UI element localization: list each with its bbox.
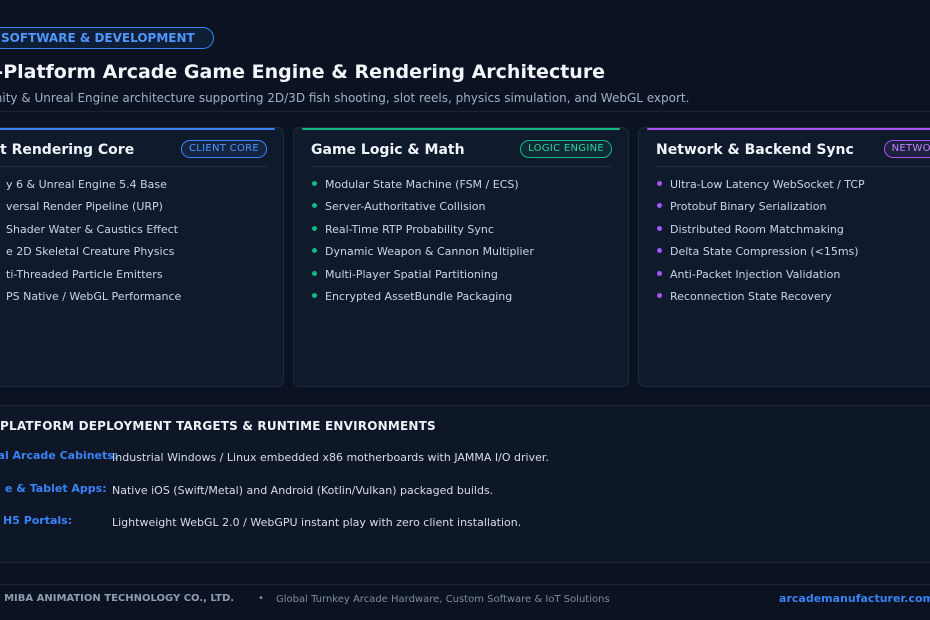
list-item-text: Distributed Room Matchmaking <box>670 222 844 236</box>
bullet-dot-icon <box>312 270 317 276</box>
section-badge: SOFTWARE & DEVELOPMENT <box>0 27 214 49</box>
list-item: y 6 & Unreal Engine 5.4 Base <box>0 178 181 200</box>
deployment-row: e & Tablet Apps: Native iOS (Swift/Metal… <box>0 482 930 502</box>
list-item: Modular State Machine (FSM / ECS) <box>311 178 534 200</box>
list-item-text: Reconnection State Recovery <box>670 289 832 303</box>
list-item: Dynamic Weapon & Cannon Multiplier <box>311 245 534 267</box>
list-item: ti-Threaded Particle Emitters <box>0 268 181 290</box>
bullet-dot-icon <box>657 292 662 298</box>
footer-divider <box>0 584 930 585</box>
list-item: Anti-Packet Injection Validation <box>656 268 865 290</box>
list-item: Multi-Player Spatial Partitioning <box>311 268 534 290</box>
page-title: s-Platform Arcade Game Engine & Renderin… <box>0 61 606 83</box>
deployment-label: e & Tablet Apps: <box>5 482 107 495</box>
feature-list: Ultra-Low Latency WebSocket / TCP Protob… <box>656 178 865 312</box>
deployment-value: Lightweight WebGL 2.0 / WebGPU instant p… <box>112 516 522 529</box>
card-accent-bar <box>0 128 275 130</box>
deployment-value: Native iOS (Swift/Metal) and Android (Ko… <box>112 484 494 497</box>
list-item-text: Shader Water & Caustics Effect <box>6 222 178 236</box>
deployment-section: S-PLATFORM DEPLOYMENT TARGETS & RUNTIME … <box>0 405 930 563</box>
footer-website-link[interactable]: arcademanufacturer.com <box>779 592 930 605</box>
feature-list: y 6 & Unreal Engine 5.4 Base versal Rend… <box>0 178 181 312</box>
card-title: Game Logic & Math <box>311 142 465 158</box>
list-item-text: versal Render Pipeline (URP) <box>6 200 163 214</box>
card-network-sync: Network & Backend Sync NETWORK S Ultra-L… <box>638 127 930 387</box>
list-item: PS Native / WebGL Performance <box>0 290 181 312</box>
list-item-text: Anti-Packet Injection Validation <box>670 267 841 281</box>
list-item-text: e 2D Skeletal Creature Physics <box>6 245 175 259</box>
list-item-text: PS Native / WebGL Performance <box>6 289 182 303</box>
bullet-dot-icon <box>312 225 317 231</box>
list-item: e 2D Skeletal Creature Physics <box>0 245 181 267</box>
deployment-row: cal Arcade Cabinets: Industrial Windows … <box>0 449 930 469</box>
card-rendering-core: t Rendering Core CLIENT CORE y 6 & Unrea… <box>0 127 284 387</box>
list-item: Distributed Room Matchmaking <box>656 223 865 245</box>
list-item-text: Server-Authoritative Collision <box>325 200 486 214</box>
bullet-dot-icon <box>657 270 662 276</box>
list-item-text: Multi-Player Spatial Partitioning <box>325 267 498 281</box>
card-tag: NETWORK S <box>883 140 930 158</box>
list-item: Shader Water & Caustics Effect <box>0 223 181 245</box>
list-item-text: Dynamic Weapon & Cannon Multiplier <box>325 245 534 259</box>
card-title: Network & Backend Sync <box>656 142 854 158</box>
deployment-value: Industrial Windows / Linux embedded x86 … <box>112 451 549 464</box>
bullet-dot-icon <box>312 292 317 298</box>
list-item: Protobuf Binary Serialization <box>656 200 865 222</box>
deployment-row: H5 Portals: Lightweight WebGL 2.0 / WebG… <box>0 514 930 534</box>
bullet-dot-icon <box>657 181 662 186</box>
list-item: versal Render Pipeline (URP) <box>0 200 181 222</box>
list-item-text: Delta State Compression (<15ms) <box>670 245 859 259</box>
list-item: Server-Authoritative Collision <box>311 200 534 222</box>
card-header: Network & Backend Sync NETWORK S <box>656 138 930 167</box>
list-item: Delta State Compression (<15ms) <box>656 245 865 267</box>
card-header: t Rendering Core CLIENT CORE <box>0 138 267 167</box>
page-subtitle: Unity & Unreal Engine architecture suppo… <box>0 91 690 105</box>
header-divider <box>0 111 930 112</box>
footer-tagline: Global Turnkey Arcade Hardware, Custom S… <box>276 594 610 605</box>
list-item: Encrypted AssetBundle Packaging <box>311 290 534 312</box>
card-tag: LOGIC ENGINE <box>520 140 612 158</box>
card-header: Game Logic & Math LOGIC ENGINE <box>311 138 612 167</box>
deployment-label: H5 Portals: <box>3 514 73 527</box>
deployment-title: S-PLATFORM DEPLOYMENT TARGETS & RUNTIME … <box>0 419 436 433</box>
list-item-text: ti-Threaded Particle Emitters <box>6 267 163 281</box>
card-accent-bar <box>302 128 620 130</box>
deployment-label: cal Arcade Cabinets: <box>0 449 119 462</box>
bullet-dot-icon <box>312 248 317 254</box>
list-item-text: Modular State Machine (FSM / ECS) <box>325 178 519 191</box>
list-item: Ultra-Low Latency WebSocket / TCP <box>656 178 865 200</box>
bullet-dot-icon <box>312 203 317 209</box>
list-item-text: Real-Time RTP Probability Sync <box>325 222 494 236</box>
list-item-text: Ultra-Low Latency WebSocket / TCP <box>670 178 865 191</box>
card-title: t Rendering Core <box>0 142 135 158</box>
bullet-dot-icon <box>657 248 662 254</box>
footer-separator: • <box>258 593 264 604</box>
list-item: Reconnection State Recovery <box>656 290 865 312</box>
bullet-dot-icon <box>657 203 662 209</box>
list-item-text: Protobuf Binary Serialization <box>670 200 827 214</box>
list-item-text: Encrypted AssetBundle Packaging <box>325 289 513 303</box>
card-accent-bar <box>647 128 930 130</box>
list-item-text: y 6 & Unreal Engine 5.4 Base <box>6 178 167 191</box>
footer-company: OU MIBA ANIMATION TECHNOLOGY CO., LTD. <box>0 593 235 604</box>
card-tag: CLIENT CORE <box>180 140 267 158</box>
list-item: Real-Time RTP Probability Sync <box>311 223 534 245</box>
bullet-dot-icon <box>657 225 662 231</box>
card-game-logic: Game Logic & Math LOGIC ENGINE Modular S… <box>293 127 629 387</box>
feature-list: Modular State Machine (FSM / ECS) Server… <box>311 178 534 312</box>
bullet-dot-icon <box>312 181 317 186</box>
